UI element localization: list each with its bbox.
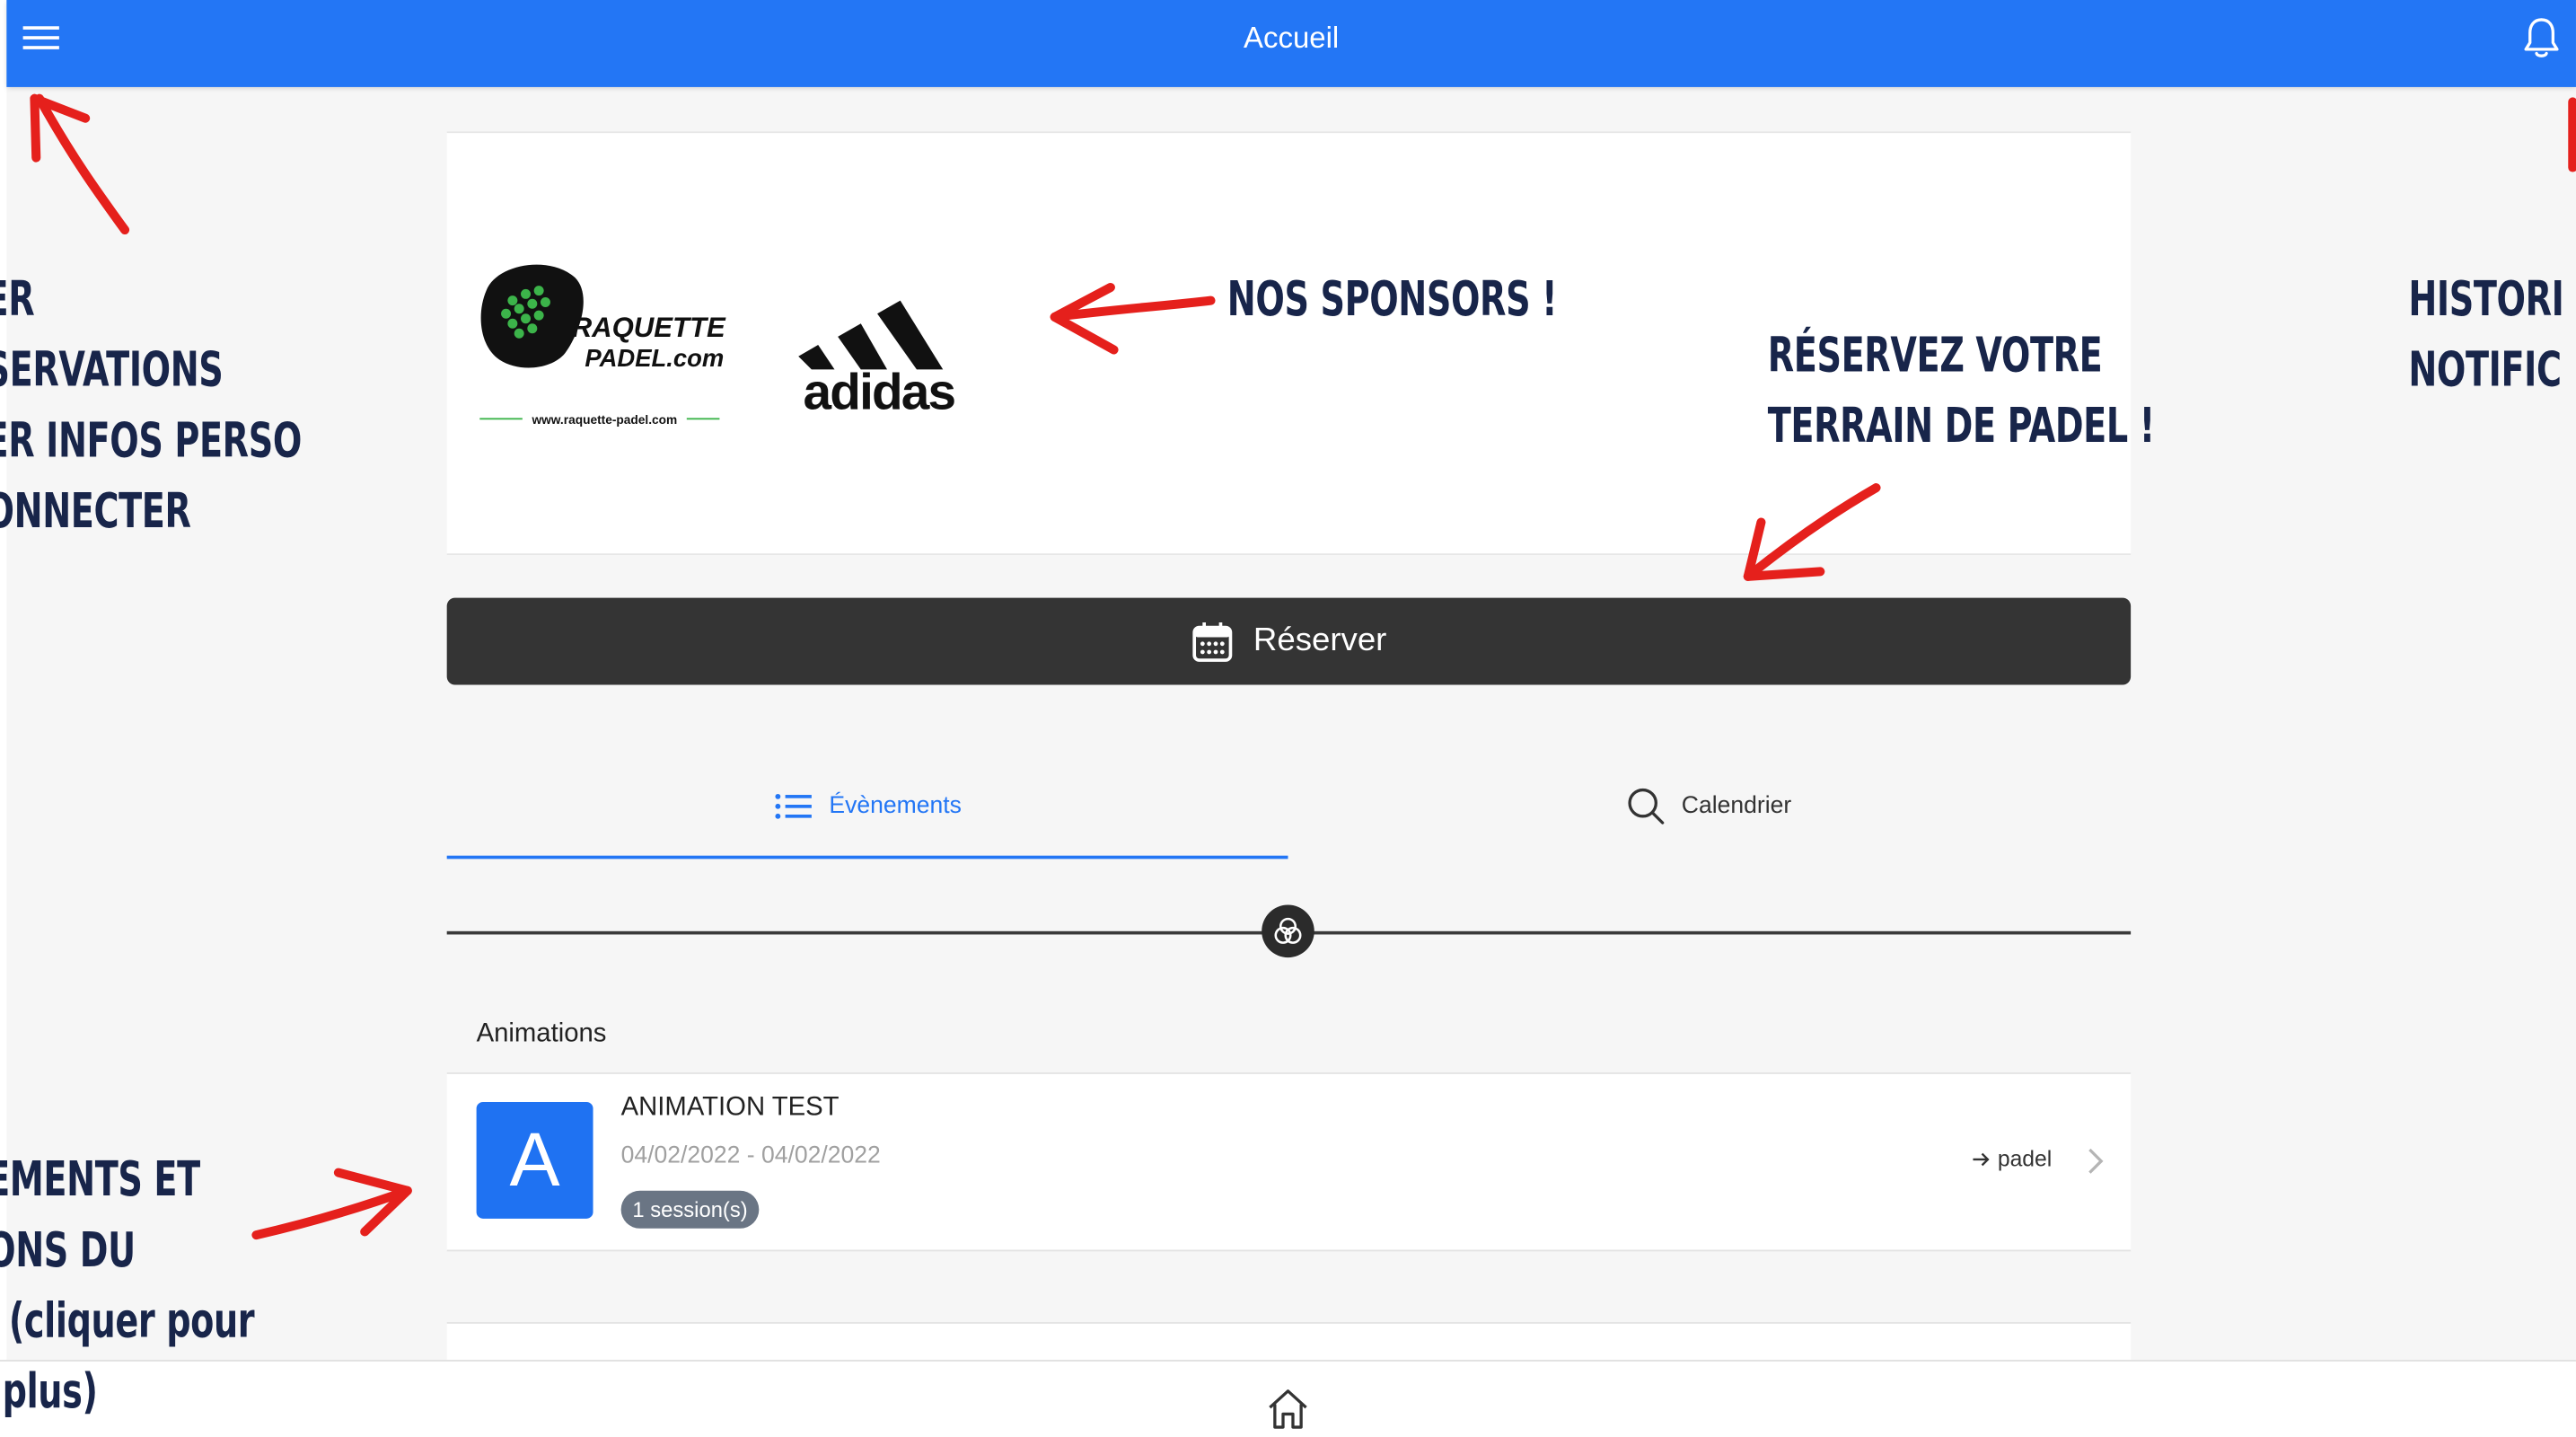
sponsors-arrow-head — [1050, 282, 1119, 355]
reserve-arrow — [1743, 483, 1881, 581]
annotation-arrows — [30, 93, 2576, 1240]
screen: Accueil RAQUETTE PADEL.com www.raquette-… — [0, 0, 2576, 1437]
